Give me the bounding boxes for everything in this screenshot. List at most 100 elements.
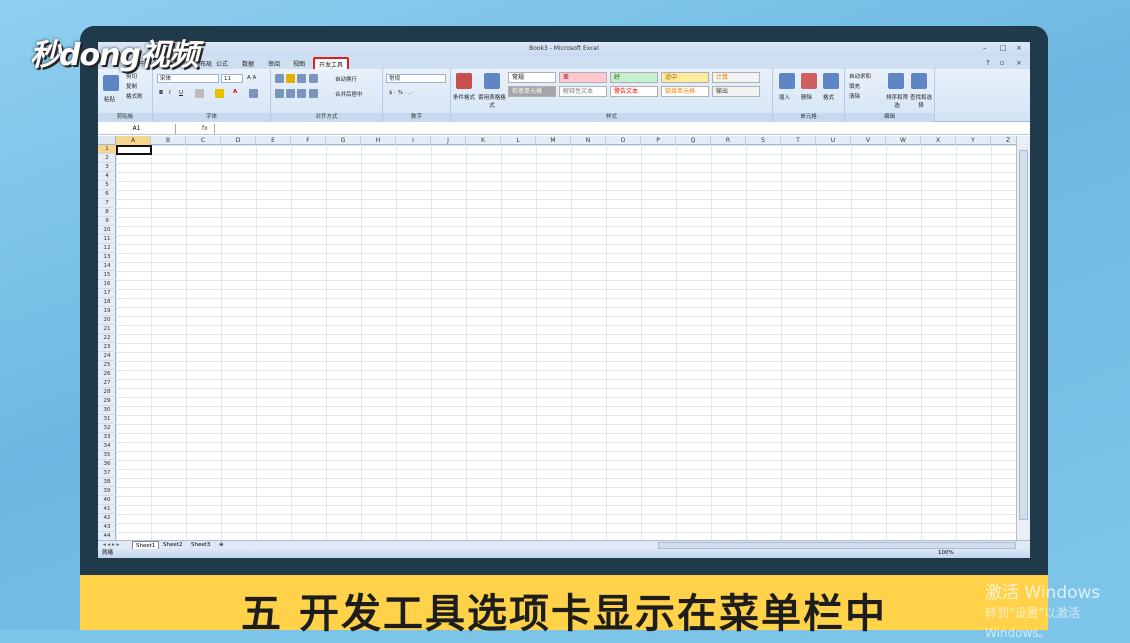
- row-header[interactable]: 15: [98, 271, 116, 280]
- column-header[interactable]: U: [816, 136, 851, 145]
- column-header[interactable]: W: [886, 136, 921, 145]
- row-header[interactable]: 25: [98, 361, 116, 370]
- delete-cells-icon[interactable]: [801, 73, 817, 89]
- format-table-icon[interactable]: [484, 73, 500, 89]
- insert-cells-icon[interactable]: [779, 73, 795, 89]
- zoom-level[interactable]: 100%: [938, 549, 954, 558]
- column-header[interactable]: D: [221, 136, 256, 145]
- row-header[interactable]: 40: [98, 496, 116, 505]
- insert-cells-button[interactable]: 插入: [779, 93, 790, 101]
- row-header[interactable]: 6: [98, 190, 116, 199]
- row-header[interactable]: 14: [98, 262, 116, 271]
- style-cell[interactable]: 解释性文本: [559, 86, 607, 97]
- select-all-corner[interactable]: [98, 136, 116, 145]
- column-header[interactable]: X: [921, 136, 956, 145]
- column-header[interactable]: F: [291, 136, 326, 145]
- number-format-select[interactable]: 常规: [386, 74, 446, 83]
- sort-filter-icon[interactable]: [888, 73, 904, 89]
- close-icon[interactable]: ×: [1016, 44, 1022, 52]
- font-size-select[interactable]: 11: [221, 74, 243, 83]
- sort-filter-button[interactable]: 排序和筛选: [885, 93, 909, 109]
- row-header[interactable]: 43: [98, 523, 116, 532]
- column-header[interactable]: H: [361, 136, 396, 145]
- row-header[interactable]: 4: [98, 172, 116, 181]
- close-workbook-icon[interactable]: ×: [1016, 59, 1022, 67]
- row-header[interactable]: 8: [98, 208, 116, 217]
- align-left-icon[interactable]: [275, 89, 284, 98]
- row-header[interactable]: 24: [98, 352, 116, 361]
- column-header[interactable]: J: [431, 136, 466, 145]
- delete-cells-button[interactable]: 删除: [801, 93, 812, 101]
- row-header[interactable]: 19: [98, 307, 116, 316]
- row-header[interactable]: 34: [98, 442, 116, 451]
- style-cell[interactable]: 警告文本: [610, 86, 658, 97]
- orientation-icon[interactable]: [309, 74, 318, 83]
- tab-formulas[interactable]: 公式: [216, 59, 228, 68]
- restore-icon[interactable]: ▫: [1000, 59, 1005, 67]
- row-header[interactable]: 32: [98, 424, 116, 433]
- column-header[interactable]: O: [606, 136, 641, 145]
- row-header[interactable]: 21: [98, 325, 116, 334]
- style-cell[interactable]: 检查单元格: [508, 86, 556, 97]
- horizontal-scrollbar[interactable]: [658, 542, 1016, 549]
- row-header[interactable]: 41: [98, 505, 116, 514]
- conditional-format-button[interactable]: 条件格式: [453, 93, 475, 101]
- font-name-select[interactable]: 宋体: [157, 74, 219, 83]
- column-header[interactable]: L: [501, 136, 536, 145]
- row-header[interactable]: 10: [98, 226, 116, 235]
- column-header[interactable]: B: [151, 136, 186, 145]
- tab-view[interactable]: 视图: [293, 59, 305, 68]
- row-header[interactable]: 37: [98, 469, 116, 478]
- row-header[interactable]: 27: [98, 379, 116, 388]
- row-header[interactable]: 28: [98, 388, 116, 397]
- align-bottom-icon[interactable]: [297, 74, 306, 83]
- row-header[interactable]: 7: [98, 199, 116, 208]
- row-header[interactable]: 30: [98, 406, 116, 415]
- border-icon[interactable]: [195, 89, 204, 98]
- grow-font-icon[interactable]: A A: [247, 75, 256, 81]
- bold-button[interactable]: B: [159, 90, 163, 96]
- scroll-thumb[interactable]: [1019, 150, 1028, 520]
- row-header[interactable]: 18: [98, 298, 116, 307]
- row-header[interactable]: 16: [98, 280, 116, 289]
- column-header[interactable]: I: [396, 136, 431, 145]
- column-header[interactable]: Y: [956, 136, 991, 145]
- style-cell[interactable]: 好: [610, 72, 658, 83]
- align-center-icon[interactable]: [286, 89, 295, 98]
- row-header[interactable]: 36: [98, 460, 116, 469]
- phonetic-icon[interactable]: [249, 89, 258, 98]
- row-header[interactable]: 11: [98, 235, 116, 244]
- align-middle-icon[interactable]: [286, 74, 295, 83]
- row-header[interactable]: 39: [98, 487, 116, 496]
- column-header[interactable]: M: [536, 136, 571, 145]
- row-header[interactable]: 5: [98, 181, 116, 190]
- column-header[interactable]: A: [116, 136, 151, 145]
- format-cells-icon[interactable]: [823, 73, 839, 89]
- align-right-icon[interactable]: [297, 89, 306, 98]
- formula-input[interactable]: [214, 124, 1014, 134]
- style-cell[interactable]: 差: [559, 72, 607, 83]
- style-cell[interactable]: 常规: [508, 72, 556, 83]
- paste-button[interactable]: 粘贴: [104, 95, 115, 103]
- row-header[interactable]: 23: [98, 343, 116, 352]
- row-header[interactable]: 22: [98, 334, 116, 343]
- conditional-format-icon[interactable]: [456, 73, 472, 89]
- column-header[interactable]: V: [851, 136, 886, 145]
- column-header[interactable]: R: [711, 136, 746, 145]
- row-header[interactable]: 42: [98, 514, 116, 523]
- column-header[interactable]: C: [186, 136, 221, 145]
- find-select-icon[interactable]: [911, 73, 927, 89]
- style-cell[interactable]: 计算: [712, 72, 760, 83]
- row-header[interactable]: 26: [98, 370, 116, 379]
- format-table-button[interactable]: 套用表格格式: [477, 93, 507, 109]
- name-box[interactable]: A1: [98, 124, 176, 134]
- row-header[interactable]: 20: [98, 316, 116, 325]
- format-cells-button[interactable]: 格式: [823, 93, 834, 101]
- column-header[interactable]: K: [466, 136, 501, 145]
- column-header[interactable]: T: [781, 136, 816, 145]
- style-cell[interactable]: 适中: [661, 72, 709, 83]
- column-header[interactable]: N: [571, 136, 606, 145]
- font-color-icon[interactable]: A: [233, 89, 237, 95]
- row-header[interactable]: 13: [98, 253, 116, 262]
- merge-center-button[interactable]: 合并后居中: [335, 90, 363, 98]
